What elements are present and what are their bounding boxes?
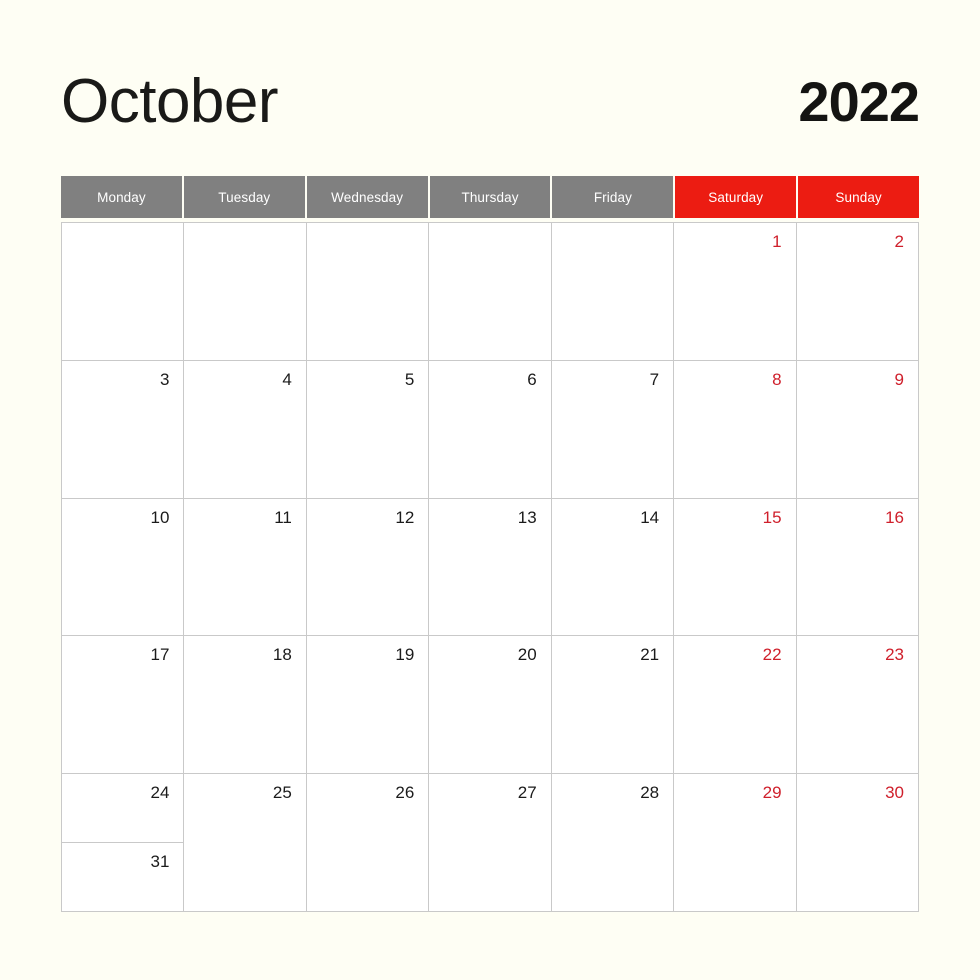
weekday-header-saturday: Saturday	[675, 176, 799, 218]
day-number: 4	[282, 369, 292, 389]
day-cell[interactable]: 22	[674, 636, 796, 774]
day-cell-split[interactable]: 24 31	[62, 774, 184, 911]
year-title: 2022	[798, 70, 920, 133]
weekday-header-friday: Friday	[552, 176, 676, 218]
day-number: 1	[772, 232, 782, 251]
day-cell[interactable]: 12	[306, 498, 429, 636]
calendar-title-row: October 2022	[61, 52, 920, 152]
weekday-header-wednesday: Wednesday	[306, 176, 430, 218]
day-cell[interactable]: 26	[306, 774, 429, 911]
calendar-grid: 1 2 3 4 5 6 7 8 9 10 11 12 13 14 15 16 17 18 19 20 21 22 23 24 3…	[61, 222, 919, 912]
day-number: 14	[640, 507, 660, 527]
day-cell[interactable]: 25	[184, 774, 306, 911]
day-number: 17	[150, 645, 170, 665]
day-cell-empty	[429, 223, 551, 360]
day-number: 26	[395, 783, 415, 803]
day-number: 7	[649, 369, 660, 389]
day-cell[interactable]: 14	[551, 498, 674, 636]
day-cell[interactable]: 23	[796, 636, 918, 774]
day-number: 22	[762, 645, 782, 665]
day-cell[interactable]: 1	[674, 223, 796, 360]
day-number: 12	[395, 507, 415, 527]
weekday-header-tuesday: Tuesday	[183, 176, 307, 218]
day-number: 31	[150, 852, 170, 872]
day-number: 10	[150, 507, 170, 527]
day-cell[interactable]: 29	[674, 774, 796, 911]
day-cell[interactable]: 7	[551, 360, 674, 498]
weekday-header-row: Monday Tuesday Wednesday Thursday Friday Satu…	[61, 176, 920, 218]
day-number: 5	[404, 369, 415, 389]
day-cell[interactable]: 11	[184, 498, 306, 636]
day-cell-empty	[551, 223, 674, 360]
day-number: 23	[885, 645, 904, 665]
day-number: 9	[894, 369, 904, 389]
calendar-page: October 2022 Monday Tuesday Wednesday Thurs…	[0, 0, 980, 980]
day-cell[interactable]: 24	[62, 774, 184, 843]
day-cell[interactable]: 20	[429, 636, 551, 774]
day-number: 3	[159, 369, 170, 389]
weekday-header-monday: Monday	[61, 176, 184, 218]
day-number: 15	[762, 507, 782, 527]
day-cell[interactable]: 15	[674, 498, 796, 636]
weekday-header-thursday: Thursday	[429, 176, 553, 218]
day-cell[interactable]: 2	[796, 223, 918, 360]
day-cell[interactable]: 9	[796, 360, 918, 498]
day-cell[interactable]: 17	[62, 636, 184, 774]
day-cell[interactable]: 10	[62, 498, 184, 636]
day-cell[interactable]: 18	[184, 636, 306, 774]
day-cell[interactable]: 13	[429, 498, 551, 636]
day-cell[interactable]: 30	[796, 774, 918, 911]
day-number: 13	[517, 507, 537, 527]
day-number: 2	[894, 232, 904, 251]
weekday-header-sunday: Sunday	[798, 176, 920, 218]
day-number: 29	[762, 783, 782, 803]
month-title: October	[61, 67, 279, 136]
day-number: 25	[272, 783, 292, 803]
day-cell-empty	[306, 223, 429, 360]
day-cell[interactable]: 28	[551, 774, 674, 911]
day-number: 28	[640, 783, 660, 803]
day-cell[interactable]: 21	[551, 636, 674, 774]
day-cell[interactable]: 3	[62, 360, 184, 498]
day-number: 24	[150, 783, 170, 803]
day-cell[interactable]: 31	[62, 843, 184, 911]
day-number: 21	[640, 645, 660, 665]
day-cell[interactable]: 4	[184, 360, 306, 498]
day-number: 27	[517, 783, 537, 803]
day-cell[interactable]: 19	[306, 636, 429, 774]
day-cell-empty	[62, 223, 184, 360]
day-cell[interactable]: 16	[796, 498, 918, 636]
day-number: 20	[517, 645, 537, 665]
day-cell[interactable]: 27	[429, 774, 551, 911]
day-cell-empty	[184, 223, 306, 360]
day-cell[interactable]: 6	[429, 360, 551, 498]
day-number: 6	[527, 369, 537, 389]
day-number: 11	[274, 507, 292, 527]
day-cell[interactable]: 8	[674, 360, 796, 498]
day-number: 8	[772, 369, 782, 389]
day-number: 30	[885, 783, 904, 803]
day-cell[interactable]: 5	[306, 360, 429, 498]
day-number: 19	[395, 645, 415, 665]
day-number: 16	[885, 507, 904, 527]
day-number: 18	[272, 645, 292, 665]
